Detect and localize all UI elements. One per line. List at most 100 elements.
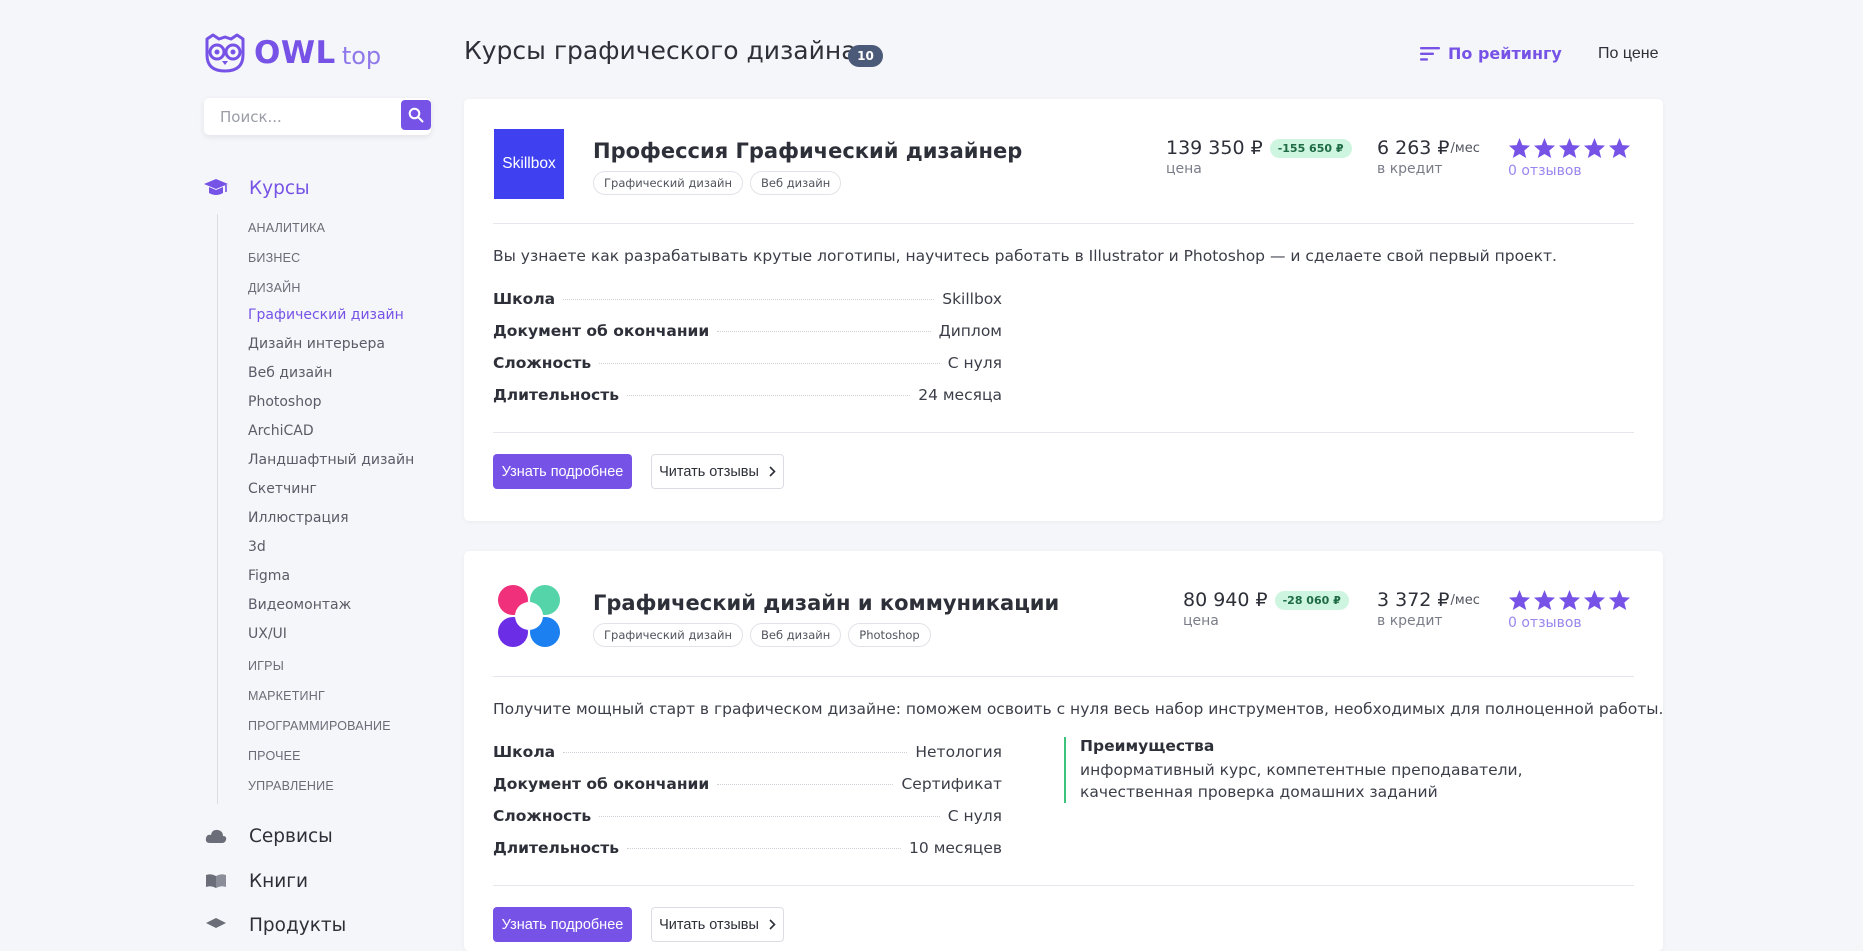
course-card: Skillbox Профессия Графический дизайнер … (464, 99, 1663, 521)
star-icon (1608, 589, 1631, 611)
sidebar-item-games[interactable]: ИГРЫ (248, 659, 284, 673)
spec-value: 10 месяцев (909, 839, 1002, 857)
spec-row-difficulty: Сложность С нуля (493, 807, 1002, 825)
book-icon (203, 870, 229, 892)
course-tags: Графический дизайн Веб дизайн (593, 171, 842, 195)
course-tag[interactable]: Графический дизайн (593, 623, 743, 647)
chevron-right-icon (769, 919, 776, 930)
course-card: Графический дизайн и коммуникации Графич… (464, 551, 1663, 951)
sort-by-price-button[interactable]: По цене (1598, 45, 1658, 63)
sidebar-item-landscape-design[interactable]: Ландшафтный дизайн (248, 452, 414, 468)
course-description: Получите мощный старт в графическом диза… (493, 700, 1664, 718)
chevron-right-icon (769, 466, 776, 477)
sidebar-item-graphic-design[interactable]: Графический дизайн (248, 307, 404, 323)
sidebar-section-products[interactable]: Продукты (203, 914, 346, 936)
sidebar-item-programming[interactable]: ПРОГРАММИРОВАНИЕ (248, 719, 391, 733)
spec-key: Школа (493, 290, 556, 308)
rating: 0 отзывов (1508, 589, 1631, 631)
course-tag[interactable]: Веб дизайн (750, 623, 842, 647)
spec-row-school: Школа Skillbox (493, 290, 1002, 308)
sidebar-item-analytics[interactable]: АНАЛИТИКА (248, 221, 325, 235)
page-title: Курсы графического дизайна (464, 36, 857, 65)
sort-icon (1420, 46, 1440, 61)
sidebar-item-business[interactable]: БИЗНЕС (248, 251, 300, 265)
spec-value: Сертификат (901, 775, 1002, 793)
learn-more-button[interactable]: Узнать подробнее (493, 907, 632, 942)
discount-badge: -28 060 ₽ (1274, 590, 1349, 610)
sidebar-item-interior-design[interactable]: Дизайн интерьера (248, 336, 385, 352)
netology-logo-icon (498, 585, 560, 647)
course-tag[interactable]: Веб дизайн (750, 171, 842, 195)
advantages-block: Преимущества информативный курс, компете… (1064, 737, 1620, 803)
advantages-title: Преимущества (1080, 737, 1215, 755)
course-tags: Графический дизайн Веб дизайн Photoshop (593, 623, 931, 647)
sidebar-item-management[interactable]: УПРАВЛЕНИЕ (248, 779, 334, 793)
star-icon (1533, 137, 1556, 159)
sidebar-item-archicad[interactable]: ArchiCAD (248, 423, 314, 439)
read-reviews-button[interactable]: Читать отзывы (651, 454, 784, 489)
credit-unit: /мес (1450, 592, 1480, 608)
site-logo[interactable]: OWL top (203, 33, 381, 73)
discount-badge: -155 650 ₽ (1269, 138, 1352, 158)
spec-value: С нуля (947, 807, 1002, 825)
credit-caption: в кредит (1377, 161, 1443, 177)
star-icon (1608, 137, 1631, 159)
spec-row-document: Документ об окончании Сертификат (493, 775, 1002, 793)
sidebar-item-ux-ui[interactable]: UX/UI (248, 626, 287, 642)
search-box: Поиск... (204, 98, 431, 135)
tree-line (217, 214, 218, 804)
star-icon (1533, 589, 1556, 611)
credit-caption: в кредит (1377, 613, 1443, 629)
sidebar-item-video-editing[interactable]: Видеомонтаж (248, 597, 351, 613)
sidebar-item-illustration[interactable]: Иллюстрация (248, 510, 349, 526)
sidebar-item-other[interactable]: ПРОЧЕЕ (248, 749, 301, 763)
advantages-text: информативный курс, компетентные препода… (1080, 761, 1523, 801)
sidebar-item-design[interactable]: ДИЗАЙН (248, 281, 301, 295)
spec-key: Школа (493, 743, 556, 761)
sidebar-section-label: Сервисы (249, 825, 333, 847)
sidebar-item-marketing[interactable]: МАРКЕТИНГ (248, 689, 325, 703)
star-icon (1508, 137, 1531, 159)
school-logo[interactable] (494, 581, 564, 651)
search-icon (408, 107, 424, 123)
sidebar-section-books[interactable]: Книги (203, 870, 308, 892)
star-icon (1558, 137, 1581, 159)
spec-value: Нетология (915, 743, 1002, 761)
star-icon (1583, 137, 1606, 159)
sidebar-item-sketching[interactable]: Скетчинг (248, 481, 317, 497)
sidebar-section-services[interactable]: Сервисы (203, 825, 333, 847)
divider (493, 676, 1634, 677)
sidebar-item-figma[interactable]: Figma (248, 568, 290, 584)
course-tag[interactable]: Графический дизайн (593, 171, 743, 195)
rating: 0 отзывов (1508, 137, 1631, 179)
read-reviews-button[interactable]: Читать отзывы (651, 907, 784, 942)
sidebar-section-label: Продукты (249, 914, 347, 936)
search-button[interactable] (401, 100, 431, 130)
rating-stars (1508, 589, 1631, 611)
school-logo[interactable]: Skillbox (494, 129, 564, 199)
search-input[interactable]: Поиск... (220, 108, 282, 126)
sort-by-rating-button[interactable]: По рейтингу (1420, 44, 1562, 63)
spec-row-document: Документ об окончании Диплом (493, 322, 1002, 340)
read-reviews-label: Читать отзывы (659, 463, 759, 480)
credit-unit: /мес (1450, 140, 1480, 156)
sidebar-item-web-design[interactable]: Веб дизайн (248, 365, 332, 381)
spec-value: 24 месяца (918, 386, 1002, 404)
course-tag[interactable]: Photoshop (848, 623, 931, 647)
graduation-cap-icon (203, 177, 229, 199)
reviews-link[interactable]: 0 отзывов (1508, 615, 1631, 631)
spec-key: Длительность (493, 839, 619, 857)
rating-stars (1508, 137, 1631, 159)
sidebar-section-courses[interactable]: Курсы (203, 177, 310, 199)
course-title[interactable]: Профессия Графический дизайнер (593, 139, 1022, 163)
sidebar-item-3d[interactable]: 3d (248, 539, 266, 555)
star-icon (1508, 589, 1531, 611)
sidebar-item-photoshop[interactable]: Photoshop (248, 394, 322, 410)
course-price: 80 940 ₽ (1183, 589, 1268, 611)
logo-text-bold: OWL (254, 35, 336, 71)
course-title[interactable]: Графический дизайн и коммуникации (593, 591, 1059, 615)
reviews-link[interactable]: 0 отзывов (1508, 163, 1631, 179)
learn-more-button[interactable]: Узнать подробнее (493, 454, 632, 489)
price-caption: цена (1166, 161, 1202, 177)
divider (493, 885, 1634, 886)
